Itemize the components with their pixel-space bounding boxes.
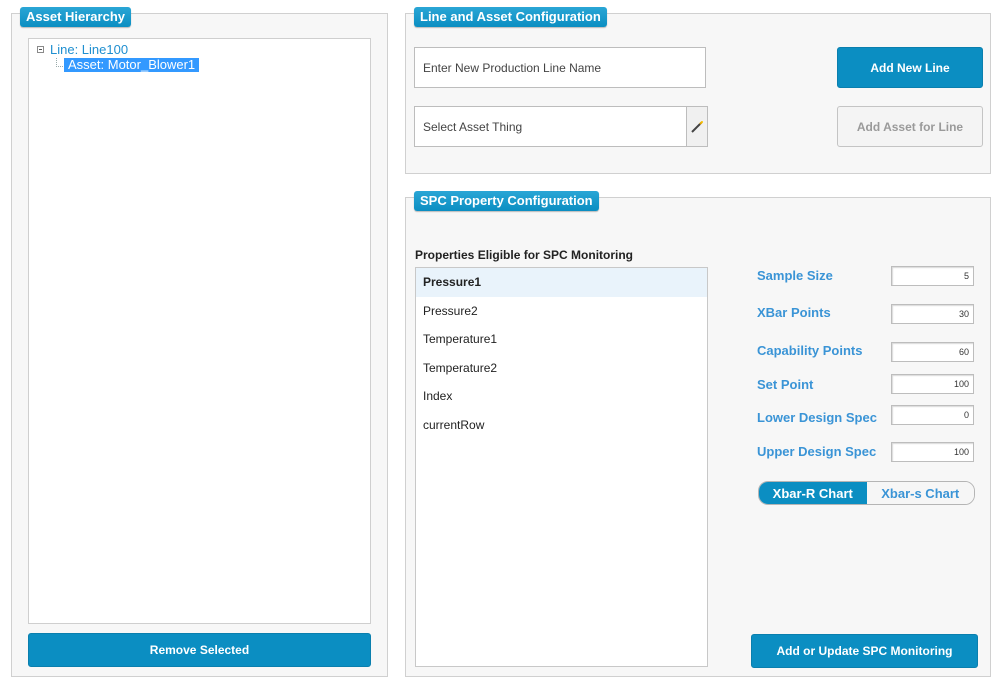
add-update-spc-button[interactable]: Add or Update SPC Monitoring: [751, 634, 978, 668]
set-point-input[interactable]: 100: [891, 374, 974, 394]
asset-picker-button[interactable]: [686, 106, 708, 147]
spc-config-title: SPC Property Configuration: [414, 191, 599, 211]
capability-points-label: Capability Points: [757, 343, 863, 358]
line-config-title: Line and Asset Configuration: [414, 7, 607, 27]
list-item[interactable]: currentRow: [416, 411, 707, 440]
xbar-s-chart-option[interactable]: Xbar-s Chart: [866, 482, 974, 504]
sample-size-input[interactable]: 5: [891, 266, 974, 286]
add-asset-button[interactable]: Add Asset for Line: [837, 106, 983, 147]
lower-design-spec-label: Lower Design Spec: [757, 410, 877, 425]
xbar-points-input[interactable]: 30: [891, 304, 974, 324]
magic-wand-icon: [691, 120, 703, 133]
tree-node-line[interactable]: Line: Line100: [37, 42, 128, 57]
list-item[interactable]: Temperature1: [416, 325, 707, 354]
properties-heading: Properties Eligible for SPC Monitoring: [415, 248, 634, 262]
asset-tree[interactable]: Line: Line100 Asset: Motor_Blower1: [28, 38, 371, 624]
minus-box-icon[interactable]: [37, 46, 44, 53]
xbar-r-chart-option[interactable]: Xbar-R Chart: [759, 482, 867, 504]
tree-node-line-label[interactable]: Line: Line100: [50, 42, 128, 57]
tree-node-asset[interactable]: Asset: Motor_Blower1: [64, 58, 200, 72]
line-config-panel: Line and Asset Configuration: [405, 7, 991, 174]
line-name-input[interactable]: Enter New Production Line Name: [414, 47, 706, 88]
lower-design-spec-input[interactable]: 0: [891, 405, 974, 425]
list-item[interactable]: Pressure1: [416, 268, 707, 297]
list-item[interactable]: Temperature2: [416, 354, 707, 383]
upper-design-spec-input[interactable]: 100: [891, 442, 974, 462]
remove-selected-button[interactable]: Remove Selected: [28, 633, 371, 667]
properties-list[interactable]: Pressure1 Pressure2 Temperature1 Tempera…: [415, 267, 708, 667]
asset-thing-input[interactable]: Select Asset Thing: [414, 106, 687, 147]
upper-design-spec-label: Upper Design Spec: [757, 444, 877, 459]
list-item[interactable]: Index: [416, 382, 707, 411]
add-new-line-button[interactable]: Add New Line: [837, 47, 983, 88]
asset-hierarchy-title: Asset Hierarchy: [20, 7, 131, 27]
set-point-label: Set Point: [757, 377, 814, 392]
xbar-points-label: XBar Points: [757, 305, 831, 320]
sample-size-label: Sample Size: [757, 268, 833, 283]
capability-points-input[interactable]: 60: [891, 342, 974, 362]
chart-type-toggle: Xbar-R Chart Xbar-s Chart: [758, 481, 975, 505]
list-item[interactable]: Pressure2: [416, 297, 707, 326]
